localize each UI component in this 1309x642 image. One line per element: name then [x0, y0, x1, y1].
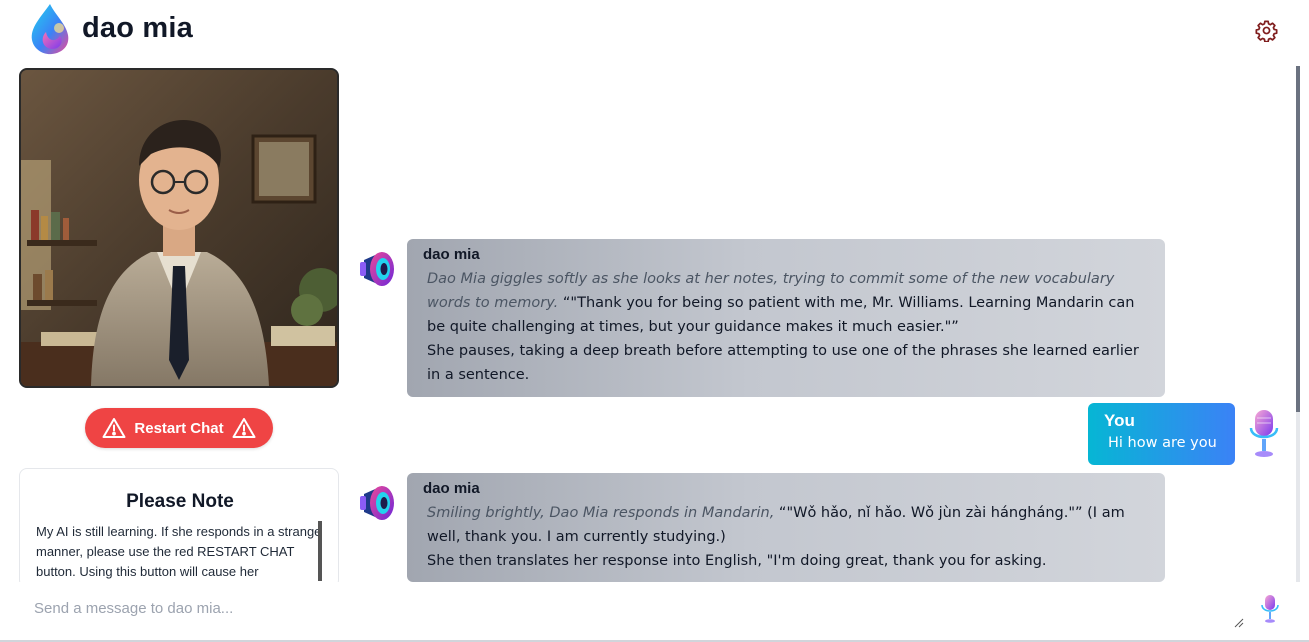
- note-body: My AI is still learning. If she responds…: [36, 524, 322, 579]
- warning-triangle-icon: [232, 418, 256, 438]
- message-action: Smiling brightly, Dao Mia responds in Ma…: [427, 505, 775, 521]
- message-input[interactable]: [20, 590, 1248, 638]
- portrait-image: [21, 70, 337, 386]
- restart-chat-button[interactable]: Restart Chat: [85, 408, 273, 448]
- message-after: She pauses, taking a deep breath before …: [427, 343, 1139, 383]
- message-sender: You: [1104, 411, 1135, 430]
- resize-grip-icon[interactable]: [1234, 618, 1244, 628]
- assistant-message-bubble: dao mia Dao Mia giggles softly as she lo…: [407, 239, 1165, 397]
- gear-icon[interactable]: [1255, 19, 1278, 42]
- warning-triangle-icon: [102, 418, 126, 438]
- message-text: Smiling brightly, Dao Mia responds in Ma…: [423, 501, 1149, 573]
- restart-chat-label: Restart Chat: [134, 419, 224, 437]
- megaphone-icon: [360, 486, 394, 520]
- user-message-bubble: You Hi how are you: [1088, 403, 1235, 465]
- message-sender: dao mia: [423, 480, 480, 497]
- message-sender: dao mia: [423, 246, 480, 263]
- message-composer: [0, 582, 1309, 642]
- message-after: She then translates her response into En…: [427, 553, 1047, 569]
- megaphone-icon: [360, 252, 394, 286]
- message-text: Dao Mia giggles softly as she looks at h…: [423, 267, 1149, 387]
- chat-messages: dao mia Dao Mia giggles softly as she lo…: [348, 66, 1298, 582]
- message-text: Hi how are you: [1108, 435, 1217, 451]
- note-card: Please Note My AI is still learning. If …: [19, 468, 339, 588]
- note-scrollbar[interactable]: [318, 521, 322, 581]
- app-header: dao mia: [0, 0, 1309, 64]
- chat-scrollbar-thumb[interactable]: [1296, 66, 1300, 412]
- assistant-message-bubble: dao mia Smiling brightly, Dao Mia respon…: [407, 473, 1165, 582]
- app-title: dao mia: [82, 12, 193, 44]
- character-portrait: [19, 68, 339, 388]
- microphone-icon: [1249, 410, 1279, 457]
- note-title: Please Note: [126, 491, 234, 512]
- microphone-icon[interactable]: [1260, 594, 1280, 624]
- droplet-logo-icon: [31, 4, 69, 55]
